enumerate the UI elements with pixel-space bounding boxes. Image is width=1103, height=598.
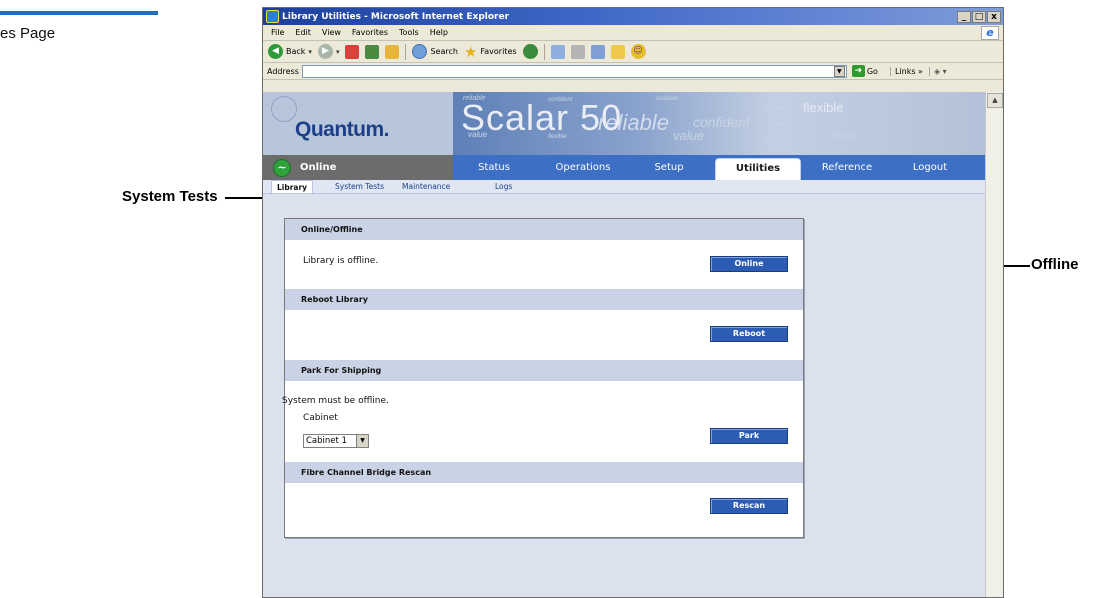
back-button[interactable]: ◀ Back ▾ — [268, 44, 312, 59]
banner-word: scalable — [656, 96, 679, 102]
menu-edit[interactable]: Edit — [295, 28, 311, 37]
mail-icon[interactable] — [550, 44, 565, 59]
refresh-icon[interactable] — [365, 44, 380, 59]
favorites-icon: ★ — [463, 42, 478, 61]
menu-tools[interactable]: Tools — [399, 28, 419, 37]
back-icon: ◀ — [268, 44, 283, 59]
library-status: ~ Online — [263, 155, 453, 180]
banner-word: flexible — [803, 100, 844, 115]
forward-icon: ▶ — [317, 44, 333, 59]
park-button[interactable]: Park — [710, 428, 788, 444]
banner-word: reliable — [765, 106, 785, 112]
section-header-reboot: Reboot Library — [285, 289, 803, 310]
online-status-icon: ~ — [273, 158, 291, 177]
menu-view[interactable]: View — [322, 28, 341, 37]
address-dropdown-icon[interactable]: ▼ — [833, 65, 845, 77]
back-dropdown-icon: ▾ — [308, 47, 312, 56]
banner-word: value — [763, 136, 775, 142]
logo-area: Quantum. — [263, 92, 453, 155]
links-button[interactable]: Links » — [889, 66, 923, 76]
tab-utilities[interactable]: Utilities — [715, 158, 801, 180]
rescan-button[interactable]: Rescan — [710, 498, 788, 514]
search-icon — [412, 44, 428, 59]
manual-heading: es Page — [0, 25, 56, 42]
search-label: Search — [430, 47, 458, 56]
logo-watermark-icon — [271, 96, 297, 122]
stop-icon[interactable] — [345, 44, 360, 59]
go-icon: ➜ — [851, 65, 865, 77]
park-note: System must be offline. — [282, 396, 389, 406]
product-name: Scalar 50 — [461, 97, 623, 138]
callout-system-tests: System Tests — [122, 188, 218, 205]
ie-logo-icon: e — [981, 26, 999, 40]
subtab-system-tests[interactable]: System Tests — [335, 180, 384, 193]
cabinet-select[interactable]: Cabinet 1 ▼ — [303, 434, 369, 448]
app-banner: Quantum. reliable confident scalable rel… — [263, 92, 985, 155]
subtab-maintenance[interactable]: Maintenance — [402, 180, 450, 193]
tab-reference[interactable]: Reference — [811, 155, 883, 180]
menu-help[interactable]: Help — [430, 28, 448, 37]
favorites-label: Favorites — [480, 47, 517, 56]
vertical-scrollbar[interactable]: ▲ — [985, 92, 1003, 597]
back-label: Back — [286, 47, 306, 56]
go-label: Go — [866, 66, 878, 76]
reboot-button[interactable]: Reboot — [710, 326, 788, 342]
history-icon[interactable] — [522, 44, 538, 59]
print-icon[interactable] — [570, 44, 585, 59]
online-button[interactable]: Online — [710, 256, 788, 272]
forward-button[interactable]: ▶ ▾ — [317, 44, 340, 59]
section-header-online-offline: Online/Offline — [285, 219, 803, 240]
dropdown-arrow-icon: ▼ — [356, 435, 368, 447]
toolbar-separator — [405, 43, 407, 60]
sub-nav: Library System Tests Maintenance Logs — [263, 180, 985, 194]
window-title: Library Utilities - Microsoft Internet E… — [282, 11, 510, 22]
banner-word: flexible — [768, 122, 784, 128]
menu-bar: File Edit View Favorites Tools Help e — [263, 25, 1003, 41]
extensions-icon[interactable]: ◈ ▾ — [928, 66, 947, 76]
section-header-rescan: Fibre Channel Bridge Rescan — [285, 462, 803, 483]
menu-favorites[interactable]: Favorites — [352, 28, 388, 37]
address-label: Address — [267, 66, 299, 76]
tab-setup[interactable]: Setup — [638, 155, 700, 180]
subtab-library[interactable]: Library — [271, 180, 314, 193]
manual-page: es Page System Tests Offline Library Uti… — [0, 0, 1103, 598]
edit-icon[interactable] — [590, 44, 605, 59]
toolbar-separator — [543, 43, 545, 60]
favorites-button[interactable]: ★ Favorites — [464, 43, 517, 61]
main-nav: ~ Online Status Operations Setup Utiliti… — [263, 155, 985, 180]
section-header-park: Park For Shipping — [285, 360, 803, 381]
toolbar: ◀ Back ▾ ▶ ▾ Search ★ Favorites ☺ — [263, 41, 1003, 63]
folder-icon[interactable] — [610, 44, 625, 59]
callout-offline: Offline — [1031, 256, 1079, 273]
close-button[interactable]: x — [987, 10, 1001, 23]
status-label: Online — [300, 162, 337, 173]
messenger-icon[interactable]: ☺ — [630, 44, 646, 59]
maximize-button[interactable]: □ — [972, 10, 986, 23]
cabinet-label: Cabinet — [303, 413, 338, 423]
search-button[interactable]: Search — [412, 44, 458, 59]
library-status-text: Library is offline. — [303, 256, 379, 266]
menu-file[interactable]: File — [271, 28, 284, 37]
window-controls: _ □ x — [957, 10, 1003, 23]
banner-word: scalable — [828, 130, 858, 139]
minimize-button[interactable]: _ — [957, 10, 971, 23]
banner-word: value — [673, 128, 705, 143]
tab-logout[interactable]: Logout — [901, 155, 959, 180]
window-icon — [266, 10, 279, 23]
subtab-logs[interactable]: Logs — [495, 180, 512, 193]
utilities-panel: Online/Offline Library is offline. Onlin… — [282, 218, 804, 538]
address-bar: Address ▼ ➜ Go Links » ◈ ▾ — [263, 63, 1003, 80]
cabinet-select-value: Cabinet 1 — [306, 436, 347, 446]
forward-dropdown-icon: ▾ — [335, 47, 340, 56]
tab-operations[interactable]: Operations — [543, 155, 623, 180]
tab-status[interactable]: Status — [459, 155, 529, 180]
manual-header-rule — [0, 11, 158, 15]
title-bar: Library Utilities - Microsoft Internet E… — [263, 8, 1003, 25]
quantum-logo: Quantum. — [295, 118, 390, 141]
home-icon[interactable] — [385, 44, 400, 59]
address-input[interactable] — [301, 64, 847, 78]
scroll-up-icon[interactable]: ▲ — [987, 93, 1003, 108]
go-button[interactable]: ➜ Go — [851, 65, 878, 77]
